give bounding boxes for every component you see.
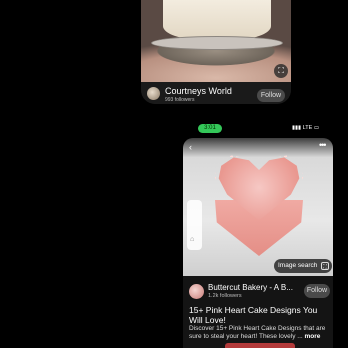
lens-icon[interactable]: ⛶ xyxy=(274,64,288,78)
chevron-left-icon[interactable]: ‹ xyxy=(189,142,192,152)
pin-image-heart-cake[interactable]: ‹ ••• ⌂ Image search ⛶ xyxy=(183,138,333,276)
lens-icon: ⛶ xyxy=(321,262,329,270)
avatar[interactable] xyxy=(147,87,160,100)
cake-plate-shape xyxy=(151,36,283,50)
next-pin-preview[interactable] xyxy=(225,343,295,348)
avatar[interactable] xyxy=(189,284,204,299)
follow-button[interactable]: Follow xyxy=(304,284,330,298)
white-cake-shape xyxy=(163,0,271,40)
pin-card-bottom[interactable]: ‹ ••• ⌂ Image search ⛶ Buttercut Bakery … xyxy=(183,138,333,348)
network-label: LTE xyxy=(302,125,313,131)
status-time-pill: 3:01 xyxy=(198,124,222,133)
pin-footer-top: Courtneys World 993 followers Follow xyxy=(141,82,291,104)
followers-count: 993 followers xyxy=(165,97,195,103)
side-panel[interactable]: ⌂ xyxy=(187,200,202,250)
pin-title[interactable]: 15+ Pink Heart Cake Designs You Will Lov… xyxy=(189,305,331,325)
profile-name[interactable]: Buttercut Bakery - A B... xyxy=(208,283,293,292)
heart-cake xyxy=(209,152,309,262)
bag-icon: ⌂ xyxy=(190,236,195,243)
image-search-button[interactable]: Image search ⛶ xyxy=(274,259,332,273)
image-search-label: Image search xyxy=(278,262,318,269)
pin-description: Discover 15+ Pink Heart Cake Designs tha… xyxy=(189,325,331,341)
more-link[interactable]: more xyxy=(305,333,321,340)
status-icons: ▮▮▮ LTE ▭ xyxy=(292,125,320,131)
followers-count: 1.2k followers xyxy=(208,293,242,299)
more-icon[interactable]: ••• xyxy=(319,140,327,150)
follow-button[interactable]: Follow xyxy=(257,89,285,102)
pin-card-top[interactable]: ⛶ Courtneys World 993 followers Follow xyxy=(141,0,291,104)
pin-image-cake-white[interactable] xyxy=(141,0,291,82)
profile-name[interactable]: Courtneys World xyxy=(165,86,232,96)
